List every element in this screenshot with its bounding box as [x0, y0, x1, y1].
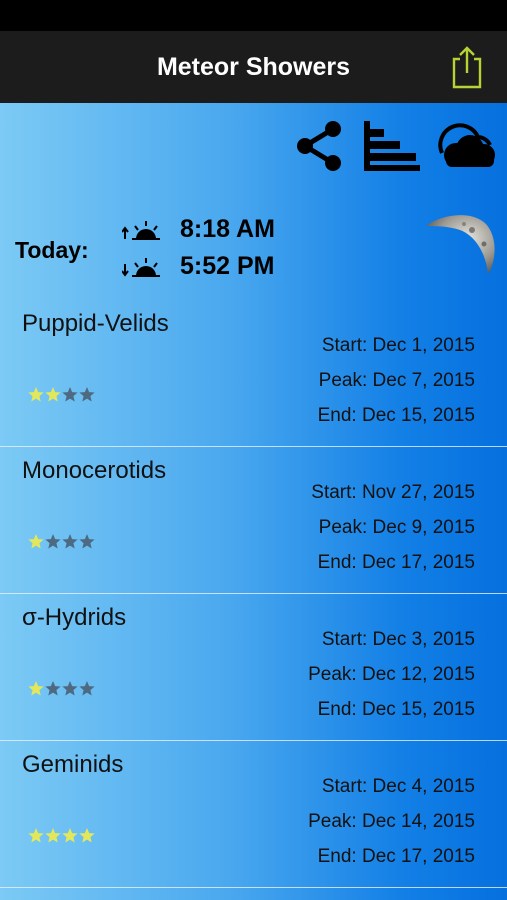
- share-icon[interactable]: [295, 120, 343, 172]
- star-filled-icon: [28, 828, 44, 843]
- end-date: End: Dec 17, 2015: [317, 552, 475, 573]
- timeline-chart-icon[interactable]: [364, 121, 420, 171]
- star-empty-icon: [45, 681, 61, 696]
- shower-name: Monocerotids: [22, 457, 167, 484]
- page-title: Meteor Showers: [156, 53, 351, 81]
- sunrise-icon: [121, 219, 162, 243]
- start-date: Start: Dec 1, 2015: [321, 335, 475, 356]
- rating-stars: [28, 679, 100, 699]
- cloud-weather-icon[interactable]: [434, 123, 496, 169]
- shower-item-monocerotids[interactable]: Monocerotids Start: Nov 27, 2015 Peak: D…: [0, 447, 507, 594]
- star-empty-icon: [62, 681, 78, 696]
- shower-item-geminids[interactable]: Geminids Start: Dec 4, 2015 Peak: Dec 14…: [0, 741, 507, 888]
- peak-date: Peak: Dec 14, 2015: [308, 811, 475, 832]
- start-date: Start: Dec 3, 2015: [321, 629, 475, 650]
- stars-graphic: [28, 681, 95, 696]
- star-empty-icon: [45, 534, 61, 549]
- sunrise-row: 8:18 AM: [121, 213, 322, 249]
- stars-graphic: [28, 387, 95, 402]
- rating-stars: [28, 532, 100, 552]
- main-content: Today: 8:18 AM 5:52 PM Puppid-Velids Sta…: [0, 103, 507, 900]
- status-bar: [0, 0, 507, 31]
- peak-date: Peak: Dec 9, 2015: [318, 517, 475, 538]
- star-filled-icon: [45, 828, 61, 843]
- star-empty-icon: [79, 387, 95, 402]
- end-date: End: Dec 15, 2015: [317, 699, 475, 720]
- star-empty-icon: [62, 387, 78, 402]
- sunset-time: 5:52 PM: [180, 252, 275, 280]
- shower-name: Puppid-Velids: [22, 310, 169, 337]
- start-date: Start: Dec 4, 2015: [321, 776, 475, 797]
- sunrise-time: 8:18 AM: [180, 215, 275, 243]
- star-filled-icon: [62, 828, 78, 843]
- end-date: End: Dec 17, 2015: [317, 846, 475, 867]
- stars-graphic: [28, 534, 95, 549]
- star-filled-icon: [45, 387, 61, 402]
- today-label: Today:: [15, 237, 89, 263]
- peak-date: Peak: Dec 7, 2015: [318, 370, 475, 391]
- end-date: End: Dec 15, 2015: [317, 405, 475, 426]
- shower-item-puppid-velids[interactable]: Puppid-Velids Start: Dec 1, 2015 Peak: D…: [0, 300, 507, 447]
- star-filled-icon: [28, 387, 44, 402]
- rating-stars: [28, 385, 100, 405]
- star-filled-icon: [28, 534, 44, 549]
- moon-phase-icon: [420, 208, 498, 276]
- star-empty-icon: [79, 534, 95, 549]
- shower-item-sigma-hydrids[interactable]: σ-Hydrids Start: Dec 3, 2015 Peak: Dec 1…: [0, 594, 507, 741]
- star-empty-icon: [79, 681, 95, 696]
- star-filled-icon: [79, 828, 95, 843]
- sunset-row: 5:52 PM: [121, 250, 322, 286]
- star-filled-icon: [28, 681, 44, 696]
- shower-name: Geminids: [22, 751, 124, 778]
- stars-graphic: [28, 828, 95, 843]
- start-date: Start: Nov 27, 2015: [311, 482, 475, 503]
- shower-name: σ-Hydrids: [22, 604, 127, 631]
- nav-bar: Meteor Showers: [0, 31, 507, 103]
- sunset-icon: [121, 256, 162, 280]
- rating-stars: [28, 826, 100, 846]
- star-empty-icon: [62, 534, 78, 549]
- peak-date: Peak: Dec 12, 2015: [308, 664, 475, 685]
- divider: [0, 887, 507, 888]
- share-box-icon[interactable]: [448, 45, 486, 89]
